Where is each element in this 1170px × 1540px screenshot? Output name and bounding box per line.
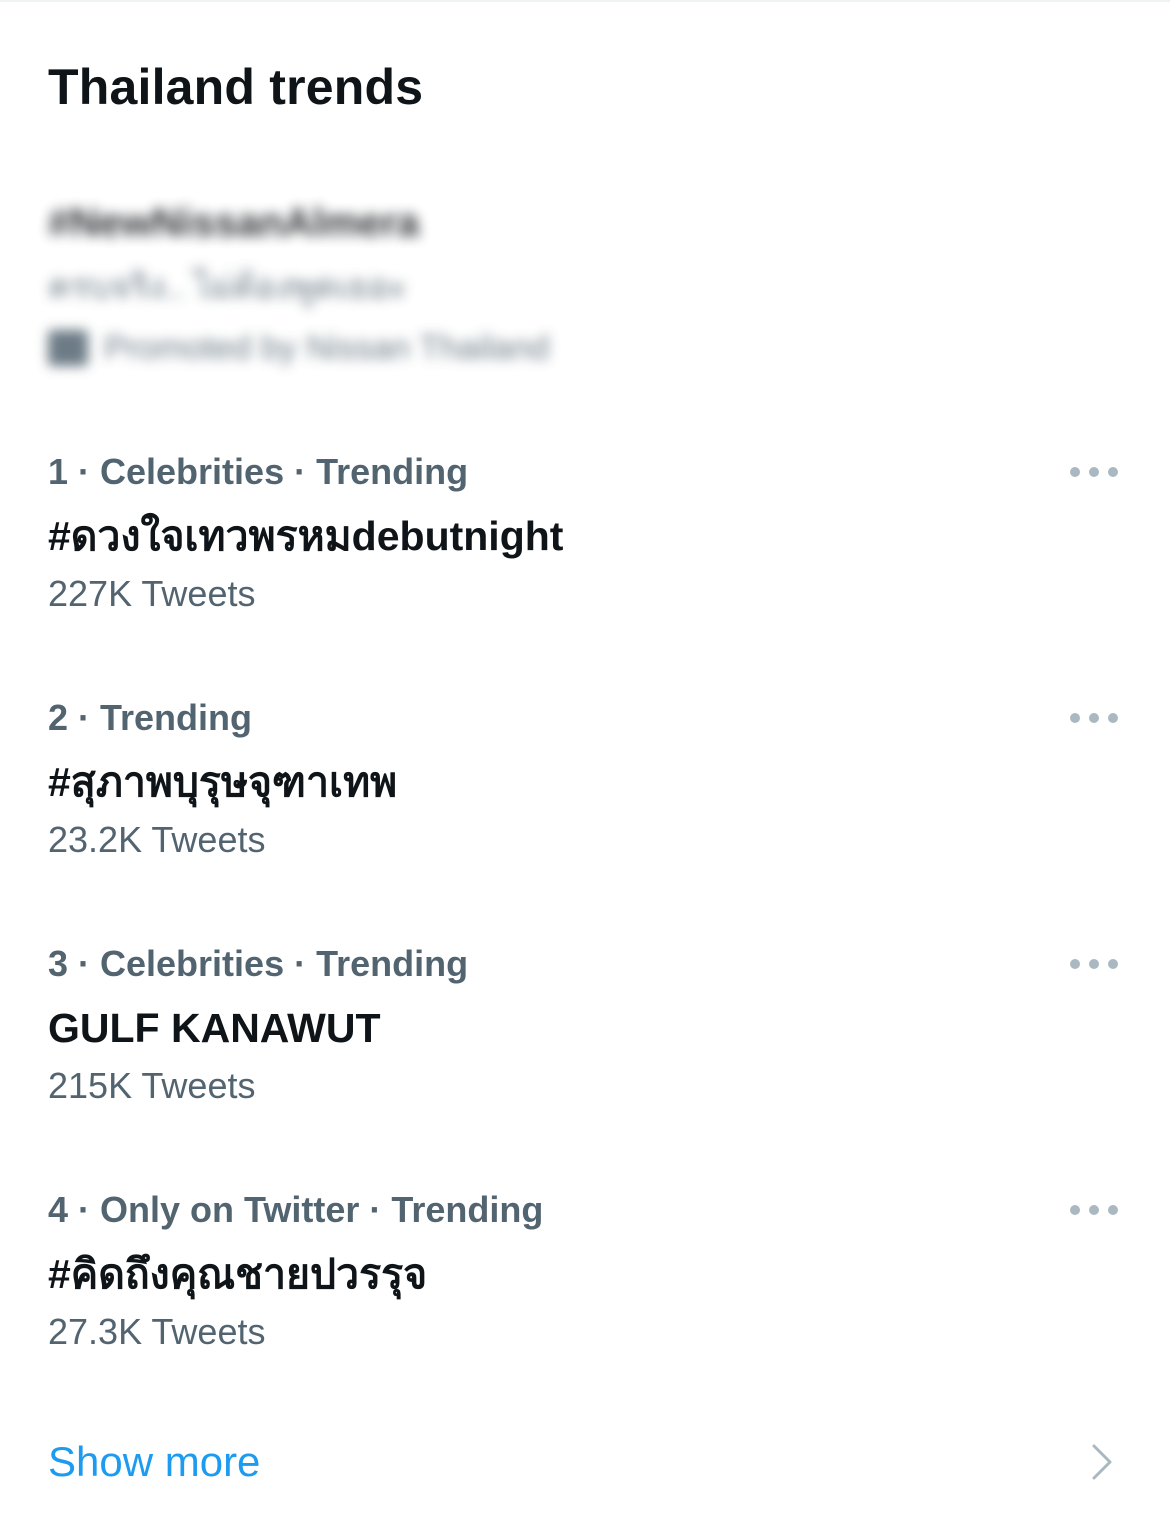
promoted-by-label: Promoted by Nissan Thailand — [104, 328, 550, 367]
trend-item[interactable]: 3 · Celebrities · Trending GULF KANAWUT … — [0, 940, 1170, 1180]
promoted-hashtag: #NewNissanAlmera — [48, 201, 420, 245]
trend-meta: 3 · Celebrities · Trending — [48, 943, 469, 984]
trend-meta: 1 · Celebrities · Trending — [48, 451, 469, 492]
trend-item[interactable]: 4 · Only on Twitter · Trending #คิดถึงคุ… — [0, 1186, 1170, 1426]
chevron-right-icon[interactable] — [1088, 1442, 1116, 1482]
trend-name: #สุภาพบุรุษจุฑาเทพ — [48, 759, 398, 805]
section-title: Thailand trends — [48, 59, 424, 115]
promoted-by-line: Promoted by Nissan Thailand — [48, 325, 549, 371]
trend-meta: 4 · Only on Twitter · Trending — [48, 1189, 544, 1230]
trend-tweet-count: 27.3K Tweets — [48, 1311, 266, 1352]
trend-name: GULF KANAWUT — [48, 1005, 381, 1051]
trend-tweet-count: 227K Tweets — [48, 573, 256, 614]
trend-name: #คิดถึงคุณชายปวรรุจ — [48, 1251, 428, 1297]
trend-item[interactable]: 1 · Celebrities · Trending #ดวงใจเทวพรหม… — [0, 448, 1170, 688]
promoted-description: ครบจริง.. ไม่ต้องพูดเยอะ — [48, 268, 408, 306]
trend-name: #ดวงใจเทวพรหมdebutnight — [48, 513, 564, 559]
more-options-icon[interactable] — [1070, 452, 1118, 492]
trend-tweet-count: 23.2K Tweets — [48, 819, 266, 860]
trend-meta: 2 · Trending — [48, 697, 253, 738]
trend-item[interactable]: 2 · Trending #สุภาพบุรุษจุฑาเทพ 23.2K Tw… — [0, 694, 1170, 934]
top-divider — [0, 0, 1170, 2]
trend-tweet-count: 215K Tweets — [48, 1065, 256, 1106]
more-options-icon[interactable] — [1070, 944, 1118, 984]
more-options-icon[interactable] — [1070, 1190, 1118, 1230]
promoted-icon — [48, 330, 88, 366]
show-more-link[interactable]: Show more — [48, 1432, 260, 1492]
more-options-icon[interactable] — [1070, 698, 1118, 738]
promoted-trend[interactable]: #NewNissanAlmera ครบจริง.. ไม่ต้องพูดเยอ… — [48, 195, 549, 371]
